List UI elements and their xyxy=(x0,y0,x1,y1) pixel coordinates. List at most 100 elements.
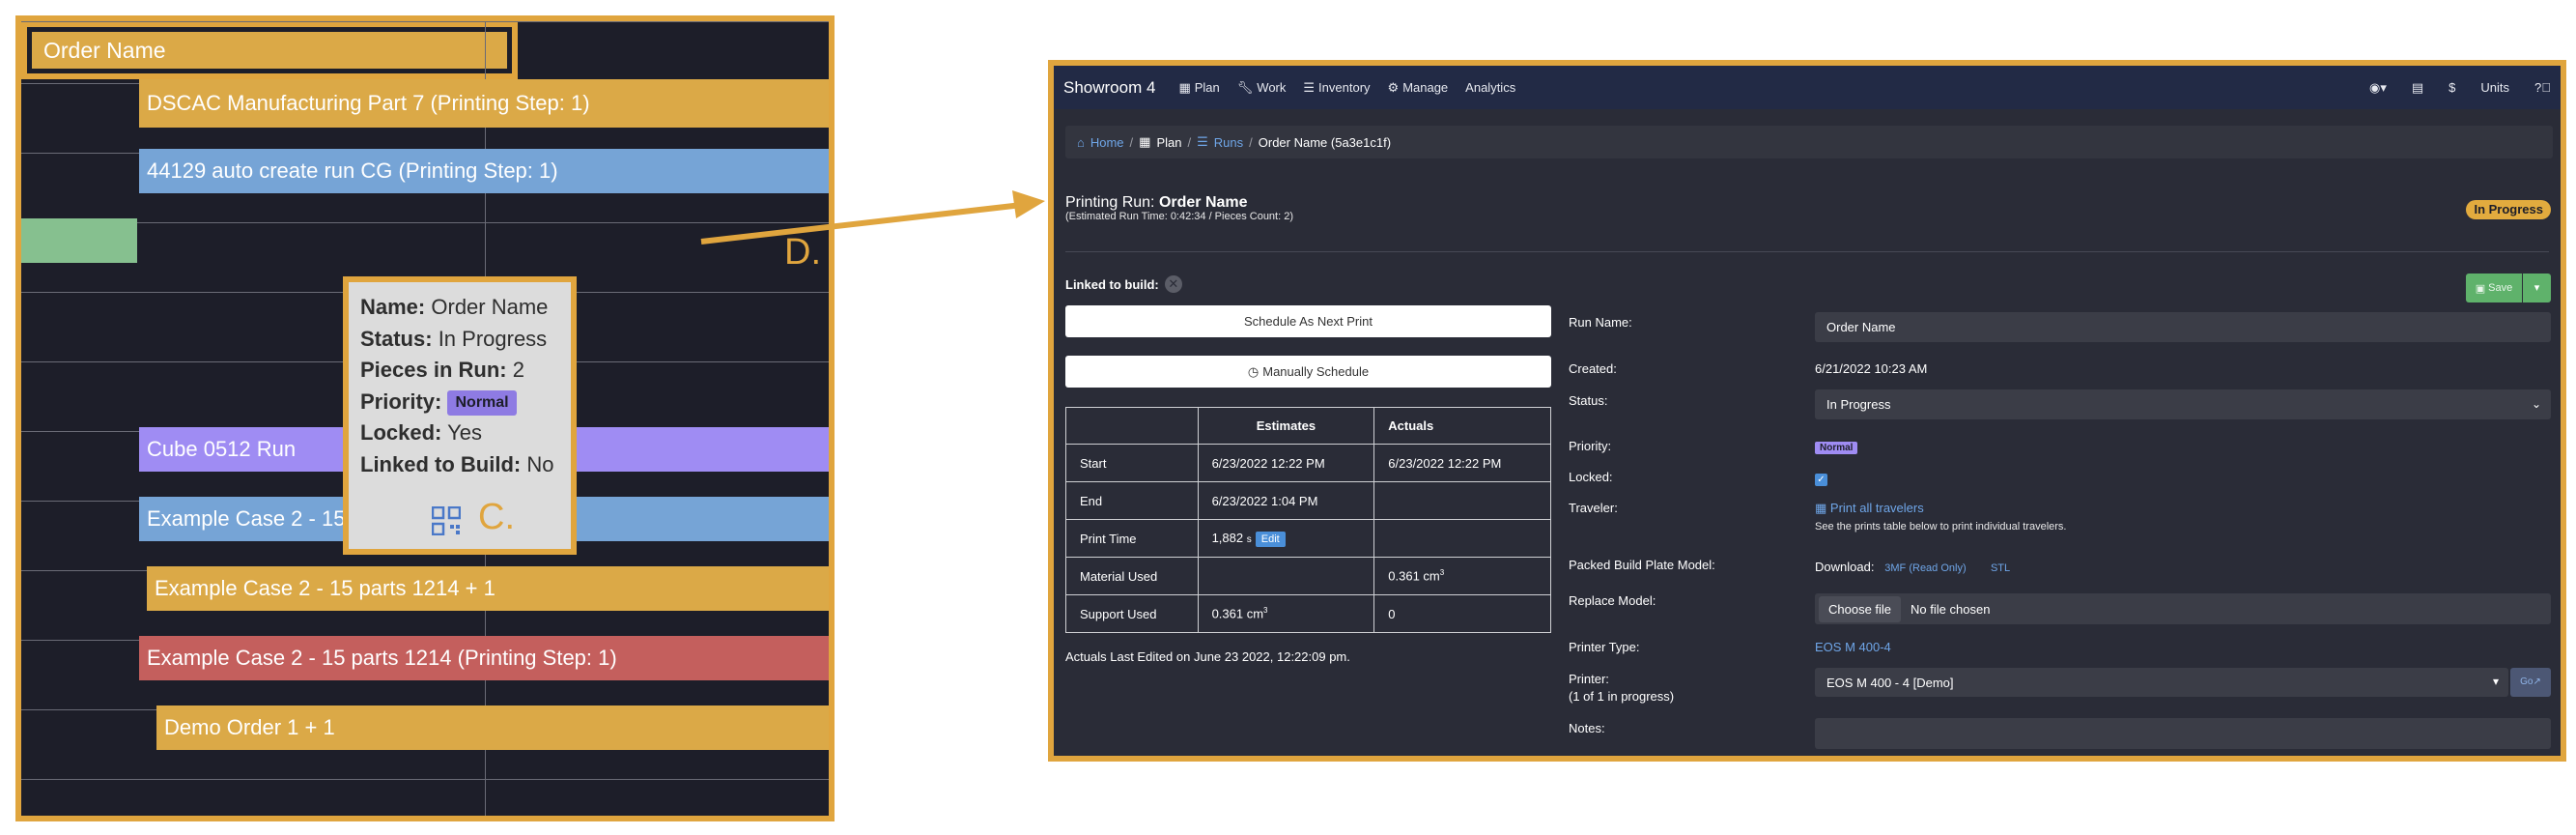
gantt-bar[interactable]: 44129 auto create run CG (Printing Step:… xyxy=(139,149,829,193)
status-select[interactable]: In Progress ⌄ xyxy=(1815,389,2551,419)
table-header-row: Estimates Actuals xyxy=(1065,407,1551,445)
estimate-cell: 6/23/2022 1:04 PM xyxy=(1197,481,1375,520)
printer-select[interactable]: EOS M 400 - 4 [Demo] ▾ xyxy=(1815,668,2508,697)
estimates-table: Estimates Actuals Start 6/23/2022 12:22 … xyxy=(1065,407,1551,633)
locked-checkbox[interactable]: ✓ xyxy=(1815,471,1827,486)
gantt-bar[interactable]: Example Case 2 - 15 parts 1214 + 1 xyxy=(147,566,829,611)
top-navbar: Showroom 4 ▦ Plan 🔧︎ Work ☰ Inventory ⚙ Mana… xyxy=(1054,66,2561,109)
row-label: Print Time xyxy=(1065,519,1199,558)
clock-icon: ◷ xyxy=(1247,363,1260,379)
table-row: Print Time 1,882 s Edit xyxy=(1065,519,1551,558)
calendar-icon: ▦ xyxy=(1139,134,1151,149)
estimate-cell: 6/23/2022 12:22 PM xyxy=(1197,444,1375,482)
tooltip-linked: Linked to Build: No xyxy=(360,451,554,476)
brand-logo[interactable]: Showroom 4 xyxy=(1063,78,1155,98)
gantt-bar-label: Order Name xyxy=(32,32,507,69)
priority-value: Normal xyxy=(1815,439,1858,454)
us-flag-icon[interactable]: ▤ xyxy=(2412,80,2423,96)
nav-work[interactable]: 🔧︎ Work xyxy=(1237,80,1287,96)
breadcrumb-separator: / xyxy=(1187,134,1192,150)
gantt-bar[interactable]: Example Case 2 - 15 parts 1214 (Printing… xyxy=(139,636,829,680)
nav-inventory[interactable]: ☰ Inventory xyxy=(1303,80,1370,96)
table-row: Material Used 0.361 cm3 xyxy=(1065,557,1551,595)
table-header: Actuals xyxy=(1373,407,1551,445)
gantt-row-line xyxy=(21,222,829,223)
manual-schedule-button[interactable]: ◷ Manually Schedule xyxy=(1065,356,1551,388)
calendar-icon: ▦ xyxy=(1178,79,1191,95)
gantt-bar[interactable]: Demo Order 1 + 1 xyxy=(156,705,829,750)
gantt-row-line xyxy=(21,21,829,22)
actual-cell: 0.361 cm3 xyxy=(1373,557,1551,595)
table-header: Estimates xyxy=(1197,407,1375,445)
status-badge: In Progress xyxy=(2466,200,2551,219)
user-icon[interactable]: ◉▾ xyxy=(2369,80,2387,96)
run-detail-window: Showroom 4 ▦ Plan 🔧︎ Work ☰ Inventory ⚙ Mana… xyxy=(1048,60,2566,762)
chevron-down-icon: ⌄ xyxy=(2531,397,2541,411)
nav-plan[interactable]: ▦ Plan xyxy=(1178,80,1219,96)
choose-file-button[interactable]: Choose file xyxy=(1819,595,1902,622)
question-icon[interactable]: ?⃝ xyxy=(2534,80,2551,95)
actual-cell: 0 xyxy=(1373,594,1551,633)
close-circle-icon: ✕ xyxy=(1164,275,1182,293)
gantt-bar-highlighted[interactable]: Order Name xyxy=(21,21,518,79)
table-row: Start 6/23/2022 12:22 PM 6/23/2022 12:22… xyxy=(1065,444,1551,482)
breadcrumb-separator: / xyxy=(1249,134,1253,150)
download-links: Download: 3MF (Read Only) STL xyxy=(1815,560,2011,574)
locked-label: Locked: xyxy=(1569,470,1613,484)
gantt-bar[interactable]: DSCAC Manufacturing Part 7 (Printing Ste… xyxy=(139,79,829,128)
row-label: Support Used xyxy=(1065,594,1199,633)
gear-icon: ⚙ xyxy=(1387,79,1400,95)
actual-cell xyxy=(1373,481,1551,520)
floppy-icon: ▣ xyxy=(2475,282,2486,295)
run-name-input[interactable]: Order Name xyxy=(1815,312,2551,342)
print-travelers-link[interactable]: ▦ Print all travelers xyxy=(1815,501,1924,516)
row-label: Start xyxy=(1065,444,1199,482)
tooltip-locked: Locked: Yes xyxy=(360,420,482,445)
no-file-text: No file chosen xyxy=(1911,601,1991,617)
download-stl-link[interactable]: STL xyxy=(1991,562,2010,574)
nav-manage[interactable]: ⚙ Manage xyxy=(1388,80,1449,96)
download-3mf-link[interactable]: 3MF (Read Only) xyxy=(1884,562,1966,574)
created-label: Created: xyxy=(1569,361,1617,376)
schedule-next-button[interactable]: Schedule As Next Print xyxy=(1065,305,1551,337)
breadcrumb-runs[interactable]: Runs xyxy=(1214,135,1243,150)
notes-label: Notes: xyxy=(1569,721,1605,735)
tooltip-priority: Priority: Normal xyxy=(360,387,559,418)
traveler-label: Traveler: xyxy=(1569,501,1618,515)
priority-label: Priority: xyxy=(1569,439,1612,453)
annotation-c: C. xyxy=(478,497,515,537)
breadcrumb: ⌂ Home / ▦ Plan / ☰ Runs / Order Name (5… xyxy=(1065,126,2553,158)
check-icon: ✓ xyxy=(1815,474,1827,486)
priority-badge: Normal xyxy=(1815,442,1858,454)
currency-menu[interactable]: $ xyxy=(2449,80,2455,95)
units-menu[interactable]: Units xyxy=(2480,80,2509,95)
replace-model-file-input[interactable]: Choose file No file chosen xyxy=(1815,593,2551,624)
table-row: End 6/23/2022 1:04 PM xyxy=(1065,481,1551,520)
printer-label: Printer: xyxy=(1569,672,1609,686)
notes-textarea[interactable] xyxy=(1815,718,2551,749)
page-subtitle: (Estimated Run Time: 0:42:34 / Pieces Co… xyxy=(1065,211,1294,222)
estimate-cell xyxy=(1197,557,1375,595)
breadcrumb-home[interactable]: Home xyxy=(1090,135,1124,150)
save-button[interactable]: ▣ Save xyxy=(2466,274,2522,302)
gantt-bar[interactable] xyxy=(21,218,137,263)
gantt-row-line xyxy=(21,779,829,780)
qr-code-icon[interactable] xyxy=(432,506,461,535)
gantt-schedule-panel: DSCAC Manufacturing Part 7 (Printing Ste… xyxy=(15,15,835,821)
table-header xyxy=(1065,407,1199,445)
linked-to-build: Linked to build: ✕ xyxy=(1065,275,1182,293)
row-label: Material Used xyxy=(1065,557,1199,595)
qr-code-icon: ▦ xyxy=(1815,501,1827,515)
nav-analytics[interactable]: Analytics xyxy=(1465,80,1515,95)
estimate-cell: 0.361 cm3 xyxy=(1197,594,1375,633)
tooltip-status: Status: In Progress xyxy=(360,326,548,351)
status-label: Status: xyxy=(1569,393,1608,408)
breadcrumb-current: Order Name (5a3e1c1f) xyxy=(1258,134,1392,150)
packed-model-label: Packed Build Plate Model: xyxy=(1569,558,1715,572)
printer-type-link[interactable]: EOS M 400-4 xyxy=(1815,640,1891,654)
edit-print-time-button[interactable]: Edit xyxy=(1255,531,1286,547)
home-icon[interactable]: ⌂ xyxy=(1077,135,1085,150)
save-dropdown-toggle[interactable]: ▾ xyxy=(2523,274,2551,302)
go-printer-button[interactable]: Go↗ xyxy=(2510,668,2551,697)
external-link-icon: ↗ xyxy=(2533,677,2541,687)
